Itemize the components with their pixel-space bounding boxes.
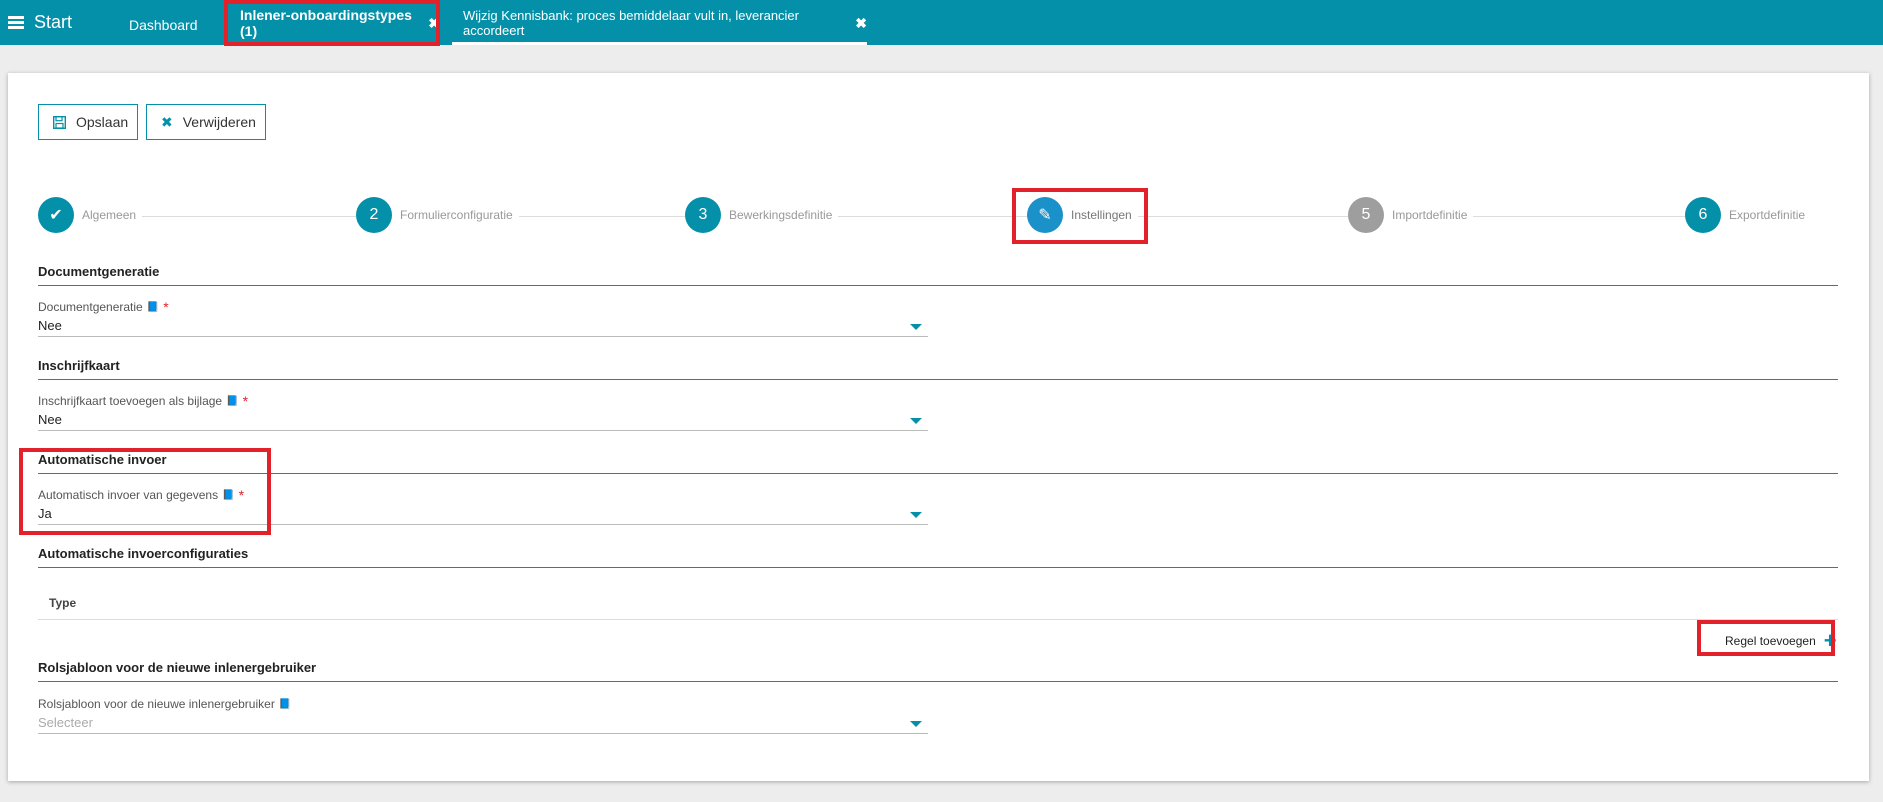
book-icon[interactable]: 📘	[222, 490, 234, 501]
select-value: Ja	[38, 506, 52, 521]
close-icon[interactable]: ✖	[855, 15, 867, 32]
step-instellingen[interactable]: ✎ Instellingen	[1027, 197, 1138, 233]
main-card: Opslaan ✖ Verwijderen ✔ Algemeen 2 Formu…	[8, 73, 1869, 781]
close-icon[interactable]: ✖	[428, 15, 440, 32]
step-number: 2	[356, 197, 392, 233]
delete-label: Verwijderen	[182, 114, 256, 130]
close-icon: ✖	[161, 113, 173, 130]
pencil-icon: ✎	[1027, 197, 1063, 233]
documentgeneratie-field: Documentgeneratie 📘 * Nee	[38, 299, 928, 337]
step-bewerkingsdefinitie[interactable]: 3 Bewerkingsdefinitie	[685, 197, 839, 233]
field-label: Automatisch invoer van gegevens 📘 *	[38, 487, 928, 503]
field-label: Inschrijfkaart toevoegen als bijlage 📘 *	[38, 393, 928, 409]
tab-dashboard[interactable]: Dashboard	[129, 2, 198, 47]
chevron-down-icon	[910, 512, 922, 518]
chevron-down-icon	[910, 324, 922, 330]
section-title-automatische-invoerconfiguraties: Automatische invoerconfiguraties	[38, 546, 1838, 568]
tab-wijzig-kennisbank[interactable]: Wijzig Kennisbank: proces bemiddelaar vu…	[452, 4, 867, 45]
step-label: Instellingen	[1071, 208, 1132, 222]
book-icon[interactable]: 📘	[147, 302, 159, 313]
section-title-automatische-invoer: Automatische invoer	[38, 452, 1838, 474]
section-title-rolsjabloon: Rolsjabloon voor de nieuwe inlenergebrui…	[38, 660, 1838, 682]
save-button[interactable]: Opslaan	[38, 104, 138, 140]
field-label-text: Rolsjabloon voor de nieuwe inlenergebrui…	[38, 697, 275, 711]
inschrijfkaart-field: Inschrijfkaart toevoegen als bijlage 📘 *…	[38, 393, 928, 431]
step-label: Bewerkingsdefinitie	[729, 208, 833, 222]
floppy-disk-icon	[53, 115, 66, 129]
automatische-invoer-select[interactable]: Ja	[38, 503, 928, 525]
step-label: Exportdefinitie	[1729, 208, 1806, 222]
select-value: Nee	[38, 412, 62, 427]
required-marker: *	[242, 393, 249, 409]
section-title-documentgeneratie: Documentgeneratie	[38, 264, 1838, 286]
tab-kennisbank-label: Wijzig Kennisbank: proces bemiddelaar vu…	[463, 8, 799, 38]
step-number: 5	[1348, 197, 1384, 233]
top-navigation-bar: Start Dashboard Inlener-onboardingstypes…	[0, 0, 1883, 45]
plus-icon: +	[1823, 628, 1837, 653]
checkmark-icon: ✔	[38, 197, 74, 233]
field-label: Rolsjabloon voor de nieuwe inlenergebrui…	[38, 696, 928, 712]
tab-inlener-label: Inlener-onboardingstypes (1)	[240, 7, 412, 39]
step-number: 6	[1685, 197, 1721, 233]
delete-button[interactable]: ✖ Verwijderen	[146, 104, 266, 140]
select-value: Nee	[38, 318, 62, 333]
step-number: 3	[685, 197, 721, 233]
step-importdefinitie[interactable]: 5 Importdefinitie	[1348, 197, 1474, 233]
tab-dashboard-label: Dashboard	[129, 16, 198, 33]
step-label: Algemeen	[82, 208, 137, 222]
required-marker: *	[238, 487, 245, 503]
save-label: Opslaan	[76, 114, 129, 130]
start-menu-button[interactable]: Start	[8, 12, 72, 33]
tab-inlener-onboardingstypes[interactable]: Inlener-onboardingstypes (1) ✖	[224, 0, 440, 46]
hamburger-menu-icon	[8, 15, 24, 30]
documentgeneratie-select[interactable]: Nee	[38, 315, 928, 337]
start-label: Start	[34, 12, 73, 32]
book-icon[interactable]: 📘	[226, 396, 238, 407]
step-exportdefinitie[interactable]: 6 Exportdefinitie	[1685, 197, 1812, 233]
section-title-inschrijfkaart: Inschrijfkaart	[38, 358, 1838, 380]
field-label-text: Inschrijfkaart toevoegen als bijlage	[38, 394, 223, 408]
book-icon[interactable]: 📘	[279, 699, 291, 710]
inschrijfkaart-select[interactable]: Nee	[38, 409, 928, 431]
step-label: Formulierconfiguratie	[400, 208, 513, 222]
chevron-down-icon	[910, 721, 922, 727]
rolsjabloon-select[interactable]: Selecteer	[38, 712, 928, 734]
add-row-button[interactable]: Regel toevoegen +	[1715, 626, 1847, 656]
column-header-type: Type	[49, 596, 77, 610]
field-label-text: Automatisch invoer van gegevens	[38, 488, 219, 502]
rolsjabloon-field: Rolsjabloon voor de nieuwe inlenergebrui…	[38, 696, 928, 734]
required-marker: *	[163, 299, 169, 315]
select-placeholder: Selecteer	[38, 715, 93, 730]
automatische-invoer-field: Automatisch invoer van gegevens 📘 * Ja	[38, 487, 928, 525]
step-formulierconfiguratie[interactable]: 2 Formulierconfiguratie	[356, 197, 519, 233]
field-label: Documentgeneratie 📘 *	[38, 299, 928, 315]
step-algemeen[interactable]: ✔ Algemeen	[38, 197, 143, 233]
step-label: Importdefinitie	[1392, 208, 1468, 222]
add-row-label: Regel toevoegen	[1725, 634, 1816, 648]
stepper-line	[74, 216, 1804, 217]
table-header-type: Type	[38, 582, 1838, 620]
field-label-text: Documentgeneratie	[38, 300, 143, 314]
chevron-down-icon	[910, 418, 922, 424]
